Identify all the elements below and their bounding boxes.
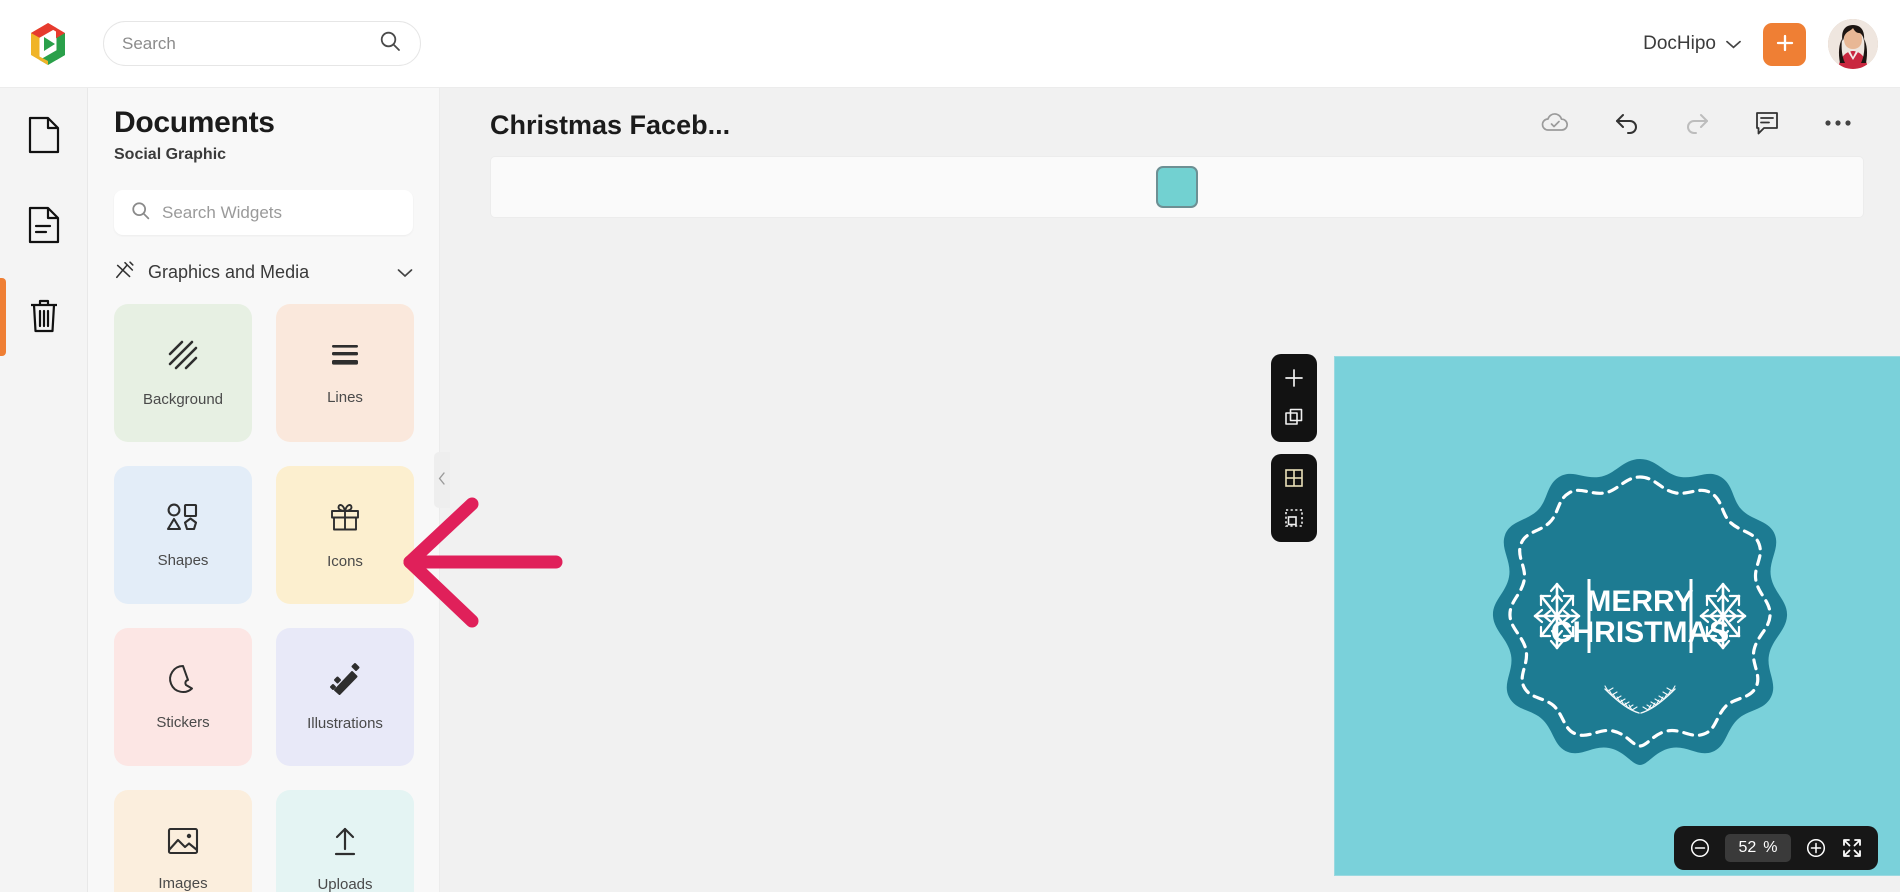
widget-card-uploads[interactable]: Uploads (276, 790, 414, 892)
hatch-pattern-icon (166, 338, 200, 377)
widget-search[interactable] (114, 190, 413, 235)
sticker-icon (167, 663, 199, 700)
add-page-icon[interactable] (1279, 363, 1309, 393)
sidebar-item-trash[interactable] (17, 290, 71, 344)
trash-icon (26, 295, 62, 340)
fill-color-swatch[interactable] (1156, 166, 1198, 208)
widget-card-label: Icons (327, 553, 363, 570)
pencil-sparkle-icon (328, 662, 362, 701)
redo-icon[interactable] (1684, 111, 1710, 135)
page-subtitle: Social Graphic (114, 146, 227, 163)
cloud-check-icon[interactable] (1540, 111, 1570, 135)
page-title: Documents (114, 106, 275, 139)
left-icon-rail (0, 88, 88, 892)
app-root: DocHipo (0, 0, 1900, 892)
section-label: Graphics and Media (148, 262, 310, 282)
sidebar-item-pages[interactable] (17, 110, 71, 164)
widget-card-stickers[interactable]: Stickers (114, 628, 252, 766)
workspace-label: DocHipo (1643, 33, 1716, 54)
widget-card-label: Background (142, 391, 224, 408)
comment-icon[interactable] (1754, 110, 1780, 136)
widget-card-label: Images (158, 875, 208, 892)
badge-text-line-1: MERRY (1586, 585, 1693, 618)
grid-icon[interactable] (1279, 463, 1309, 493)
christmas-badge-graphic[interactable]: MERRY CHRISTMAS (1475, 451, 1805, 781)
undo-icon[interactable] (1614, 111, 1640, 135)
widget-card-label: Illustrations (307, 715, 383, 732)
topbar-right-group: DocHipo (1643, 0, 1878, 88)
zoom-controls: 52 % (1674, 826, 1878, 870)
widget-card-lines[interactable]: Lines (276, 304, 414, 442)
document-toolbar (1540, 110, 1852, 136)
more-horizontal-icon[interactable] (1824, 119, 1852, 127)
zoom-unit: % (1763, 839, 1778, 856)
fullscreen-icon[interactable] (1841, 837, 1863, 859)
widget-card-background[interactable]: Background (114, 304, 252, 442)
add-new-button[interactable] (1763, 22, 1806, 66)
pen-brush-icon (114, 259, 136, 286)
duplicate-page-icon[interactable] (1279, 403, 1309, 433)
shapes-icon (165, 501, 201, 538)
section-graphics-and-media[interactable]: Graphics and Media (114, 259, 413, 286)
global-search[interactable] (103, 21, 421, 66)
widget-card-grid: Background Lines Shapes Icons Stickers I… (114, 304, 414, 892)
lines-icon (328, 340, 362, 375)
document-title[interactable]: Christmas Faceb... (490, 110, 730, 141)
canvas-float-tools (1271, 354, 1317, 554)
widget-search-input[interactable] (162, 202, 397, 223)
chevron-left-icon (438, 472, 446, 488)
zoom-number: 52 (1738, 839, 1757, 856)
document-lines-icon (26, 205, 62, 250)
view-tools-group (1271, 454, 1317, 542)
property-bar (490, 156, 1864, 218)
zoom-in-icon[interactable] (1805, 837, 1827, 859)
plus-icon (1773, 31, 1797, 58)
editor-area: Christmas Faceb... MERRY CHRISTMAS 52 % (440, 88, 1900, 892)
top-bar: DocHipo (0, 0, 1900, 88)
widget-panel: Documents Social Graphic Graphics and Me… (88, 88, 440, 892)
image-icon (166, 826, 200, 861)
widget-card-images[interactable]: Images (114, 790, 252, 892)
search-icon (378, 29, 402, 58)
widget-card-shapes[interactable]: Shapes (114, 466, 252, 604)
chevron-down-icon (1726, 37, 1741, 52)
panel-collapse-handle[interactable] (434, 452, 450, 508)
avatar[interactable] (1828, 19, 1878, 69)
widget-card-icons[interactable]: Icons (276, 466, 414, 604)
page-tools-group (1271, 354, 1317, 442)
search-icon (130, 200, 151, 226)
sidebar-item-documents[interactable] (17, 200, 71, 254)
widget-card-label: Shapes (157, 552, 209, 569)
dochipo-logo-icon[interactable] (22, 18, 74, 70)
chevron-down-icon (397, 262, 413, 283)
upload-icon (329, 825, 361, 862)
marquee-select-icon[interactable] (1279, 503, 1309, 533)
widget-card-label: Stickers (156, 714, 210, 731)
widget-card-label: Uploads (317, 876, 373, 892)
widget-card-illustrations[interactable]: Illustrations (276, 628, 414, 766)
badge-text-line-2: CHRISTMAS (1551, 616, 1729, 649)
workspace-selector[interactable]: DocHipo (1643, 33, 1741, 55)
widget-card-label: Lines (327, 389, 363, 406)
zoom-level-value[interactable]: 52 % (1725, 834, 1791, 862)
gift-icon (328, 500, 362, 539)
rail-active-indicator (0, 278, 6, 356)
canvas-artboard[interactable]: MERRY CHRISTMAS (1334, 356, 1900, 876)
zoom-out-icon[interactable] (1689, 837, 1711, 859)
document-page-icon (26, 115, 62, 160)
search-input[interactable] (122, 33, 378, 54)
